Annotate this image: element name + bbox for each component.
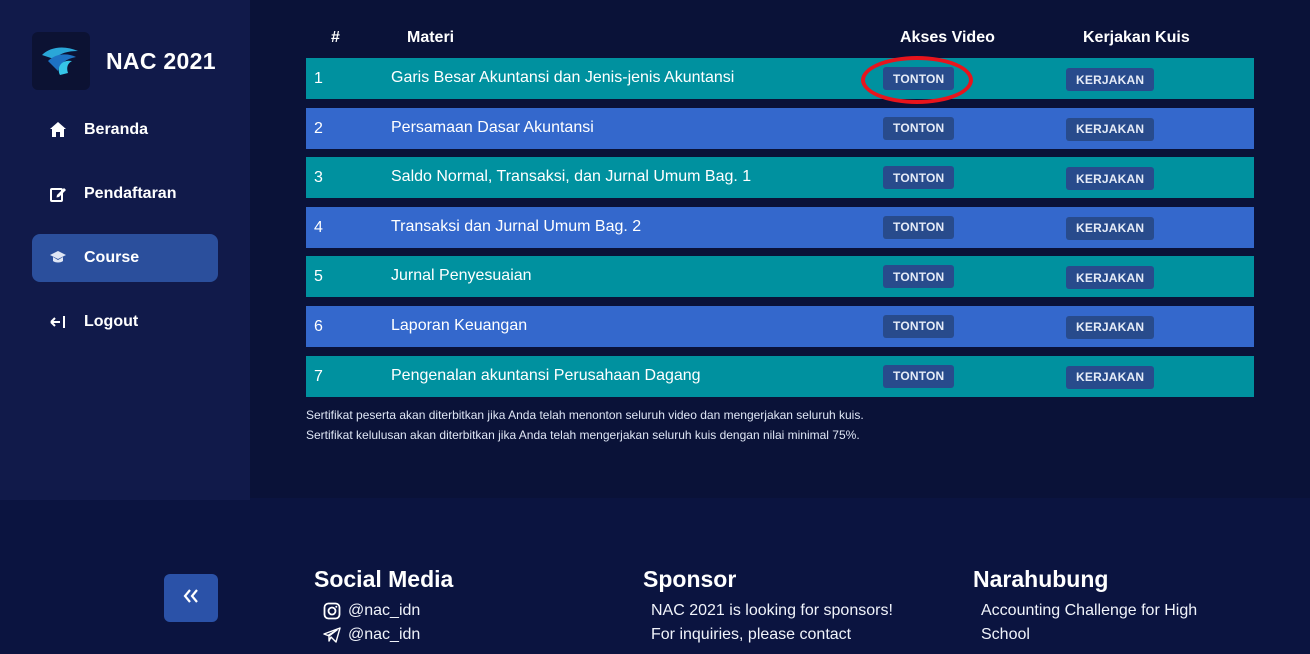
row-title: Saldo Normal, Transaksi, dan Jurnal Umum… <box>391 168 752 186</box>
footer-contact: Narahubung Accounting Challenge for High… <box>973 566 1253 647</box>
certificate-notes: Sertifikat peserta akan diterbitkan jika… <box>306 406 864 445</box>
row-title: Garis Besar Akuntansi dan Jenis-jenis Ak… <box>391 69 735 86</box>
table-row: 4 Transaksi dan Jurnal Umum Bag. 2 TONTO… <box>306 206 1254 248</box>
brand[interactable]: NAC 2021 <box>32 32 216 90</box>
sidebar-item-logout[interactable]: Logout <box>32 298 218 346</box>
sidebar-item-label: Beranda <box>84 121 149 138</box>
course-table: 1 Garis Besar Akuntansi dan Jenis-jenis … <box>306 58 1254 405</box>
header-materi: Materi <box>407 29 455 46</box>
sidebar-item-beranda[interactable]: Beranda <box>32 106 218 154</box>
tonton-button[interactable]: TONTON <box>883 265 955 289</box>
footer-heading: Social Media <box>314 566 454 592</box>
note-line: Sertifikat kelulusan akan diterbitkan ji… <box>306 427 860 442</box>
double-chevron-left-icon <box>183 588 199 608</box>
note-line: Sertifikat peserta akan diterbitkan jika… <box>306 408 864 422</box>
tonton-button[interactable]: TONTON <box>883 215 955 239</box>
row-title: Pengenalan akuntansi Perusahaan Dagang <box>391 366 701 384</box>
sponsor-text: NAC 2021 is looking for sponsors! <box>651 602 893 619</box>
sidebar: NAC 2021 Beranda Pendaftaran Course Logo… <box>0 0 250 500</box>
header-kerjakan-kuis: Kerjakan Kuis <box>1083 29 1190 46</box>
brand-title: NAC 2021 <box>106 47 216 74</box>
row-title: Persamaan Dasar Akuntansi <box>391 118 594 136</box>
table-row: 2 Persamaan Dasar Akuntansi TONTON KERJA… <box>306 107 1254 149</box>
kerjakan-button[interactable]: KERJAKAN <box>1066 266 1155 290</box>
contact-text: Accounting Challenge for High <box>981 602 1198 619</box>
sidebar-item-label: Logout <box>84 313 139 330</box>
footer-social: Social Media @nac_idn @nac_idn <box>314 566 614 647</box>
sidebar-item-course[interactable]: Course <box>32 234 218 282</box>
graduation-cap-icon <box>48 248 68 268</box>
kerjakan-button[interactable]: KERJAKAN <box>1066 68 1155 91</box>
table-row: 6 Laporan Keuangan TONTON KERJAKAN <box>306 305 1254 347</box>
kerjakan-button[interactable]: KERJAKAN <box>1066 216 1155 240</box>
home-icon <box>48 120 68 140</box>
table-row: 5 Jurnal Penyesuaian TONTON KERJAKAN <box>306 256 1254 298</box>
row-title: Jurnal Penyesuaian <box>391 267 532 285</box>
sidebar-item-pendaftaran[interactable]: Pendaftaran <box>32 170 218 218</box>
tonton-button[interactable]: TONTON <box>883 116 955 140</box>
tonton-button[interactable]: TONTON <box>883 166 955 190</box>
footer-heading: Narahubung <box>973 566 1109 592</box>
footer-sponsor: Sponsor NAC 2021 is looking for sponsors… <box>643 566 943 647</box>
sponsor-text: For inquiries, please contact <box>651 626 852 643</box>
edit-icon <box>48 184 68 204</box>
kerjakan-button[interactable]: KERJAKAN <box>1066 365 1155 389</box>
nac-logo <box>32 32 90 90</box>
sidebar-nav: Beranda Pendaftaran Course Logout <box>32 106 218 362</box>
highlight-annotation <box>861 56 973 104</box>
table-row: 1 Garis Besar Akuntansi dan Jenis-jenis … <box>306 58 1254 99</box>
row-number: 2 <box>314 119 323 137</box>
row-title: Laporan Keuangan <box>391 316 528 334</box>
telegram-handle: @nac_idn <box>348 626 421 643</box>
kerjakan-button[interactable]: KERJAKAN <box>1066 117 1155 141</box>
logout-icon <box>48 312 68 332</box>
collapse-sidebar-button[interactable] <box>164 574 218 622</box>
kerjakan-button[interactable]: KERJAKAN <box>1066 315 1155 339</box>
instagram-link[interactable]: @nac_idn <box>314 599 614 623</box>
row-number: 4 <box>314 218 323 236</box>
table-row: 3 Saldo Normal, Transaksi, dan Jurnal Um… <box>306 157 1254 199</box>
tonton-button[interactable]: TONTON <box>883 314 955 338</box>
row-title: Transaksi dan Jurnal Umum Bag. 2 <box>391 217 642 235</box>
tonton-button[interactable]: TONTON <box>883 364 955 388</box>
row-number: 3 <box>314 169 323 187</box>
row-number: 1 <box>314 70 323 87</box>
contact-text: School <box>981 626 1030 643</box>
telegram-icon <box>322 625 342 645</box>
instagram-icon <box>322 601 342 621</box>
telegram-link[interactable]: @nac_idn <box>314 623 614 647</box>
header-akses-video: Akses Video <box>900 29 995 46</box>
kerjakan-button[interactable]: KERJAKAN <box>1066 167 1155 191</box>
instagram-handle: @nac_idn <box>348 602 421 619</box>
row-number: 6 <box>314 317 323 335</box>
footer-heading: Sponsor <box>643 566 737 592</box>
sidebar-item-label: Course <box>84 249 140 266</box>
sidebar-item-label: Pendaftaran <box>84 185 177 202</box>
table-header: # Materi Akses Video Kerjakan Kuis <box>306 26 1254 50</box>
header-number: # <box>331 29 340 46</box>
table-row: 7 Pengenalan akuntansi Perusahaan Dagang… <box>306 355 1254 397</box>
row-number: 5 <box>314 268 323 286</box>
row-number: 7 <box>314 367 323 385</box>
